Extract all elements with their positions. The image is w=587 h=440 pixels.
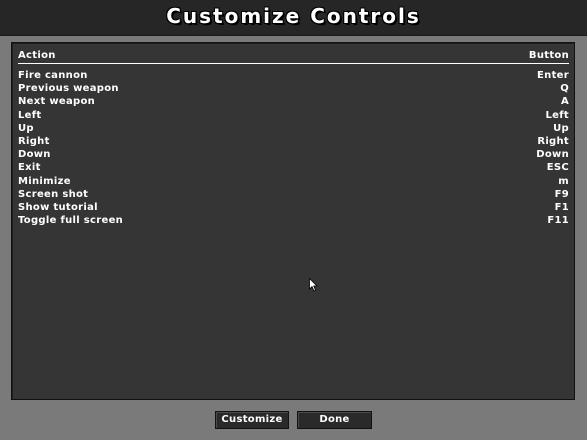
control-row-previous-weapon[interactable]: Previous weapon Q [18, 82, 569, 95]
control-key-label: A [560, 96, 569, 108]
control-key-label: m [558, 175, 569, 187]
control-action-label: Minimize [18, 175, 71, 187]
control-action-label: Screen shot [18, 188, 89, 200]
control-key-label: Right [537, 135, 569, 147]
control-action-label: Next weapon [18, 96, 96, 108]
control-key-label: Down [536, 149, 569, 161]
control-action-label: Right [18, 135, 50, 147]
control-key-label: F11 [547, 215, 569, 227]
control-row-toggle-full-screen[interactable]: Toggle full screen F11 [18, 214, 569, 227]
control-action-label: Toggle full screen [18, 215, 124, 227]
control-key-label: ESC [546, 162, 569, 174]
control-action-label: Left [18, 109, 42, 121]
mouse-pointer-icon [309, 278, 318, 292]
control-key-label: F9 [554, 188, 569, 200]
customize-button[interactable]: Customize [215, 411, 289, 429]
header-divider [18, 63, 569, 64]
control-action-label: Up [18, 122, 34, 134]
control-action-label: Previous weapon [18, 83, 119, 95]
control-key-label: F1 [554, 201, 569, 213]
control-key-label: Left [545, 109, 569, 121]
control-row-exit[interactable]: Exit ESC [18, 161, 569, 174]
controls-list: Fire cannon Enter Previous weapon Q Next… [18, 69, 569, 227]
control-row-show-tutorial[interactable]: Show tutorial F1 [18, 201, 569, 214]
control-row-fire-cannon[interactable]: Fire cannon Enter [18, 69, 569, 82]
control-row-left[interactable]: Left Left [18, 109, 569, 122]
control-row-up[interactable]: Up Up [18, 122, 569, 135]
control-action-label: Show tutorial [18, 201, 98, 213]
window-title: Customize Controls [166, 4, 421, 28]
control-action-label: Fire cannon [18, 70, 88, 81]
control-row-next-weapon[interactable]: Next weapon A [18, 95, 569, 108]
control-key-label: Up [553, 122, 569, 134]
controls-list-panel: Action Button Fire cannon Enter Previous… [11, 42, 575, 400]
control-row-minimize[interactable]: Minimize m [18, 175, 569, 188]
title-bar: Customize Controls [0, 0, 587, 36]
column-header-action: Action [18, 50, 56, 61]
control-row-down[interactable]: Down Down [18, 148, 569, 161]
column-header-button: Button [528, 50, 569, 61]
control-action-label: Down [18, 149, 51, 161]
control-row-right[interactable]: Right Right [18, 135, 569, 148]
control-key-label: Q [560, 83, 569, 95]
control-key-label: Enter [537, 70, 569, 81]
control-row-screen-shot[interactable]: Screen shot F9 [18, 188, 569, 201]
done-button[interactable]: Done [297, 411, 372, 429]
control-action-label: Exit [18, 162, 41, 174]
